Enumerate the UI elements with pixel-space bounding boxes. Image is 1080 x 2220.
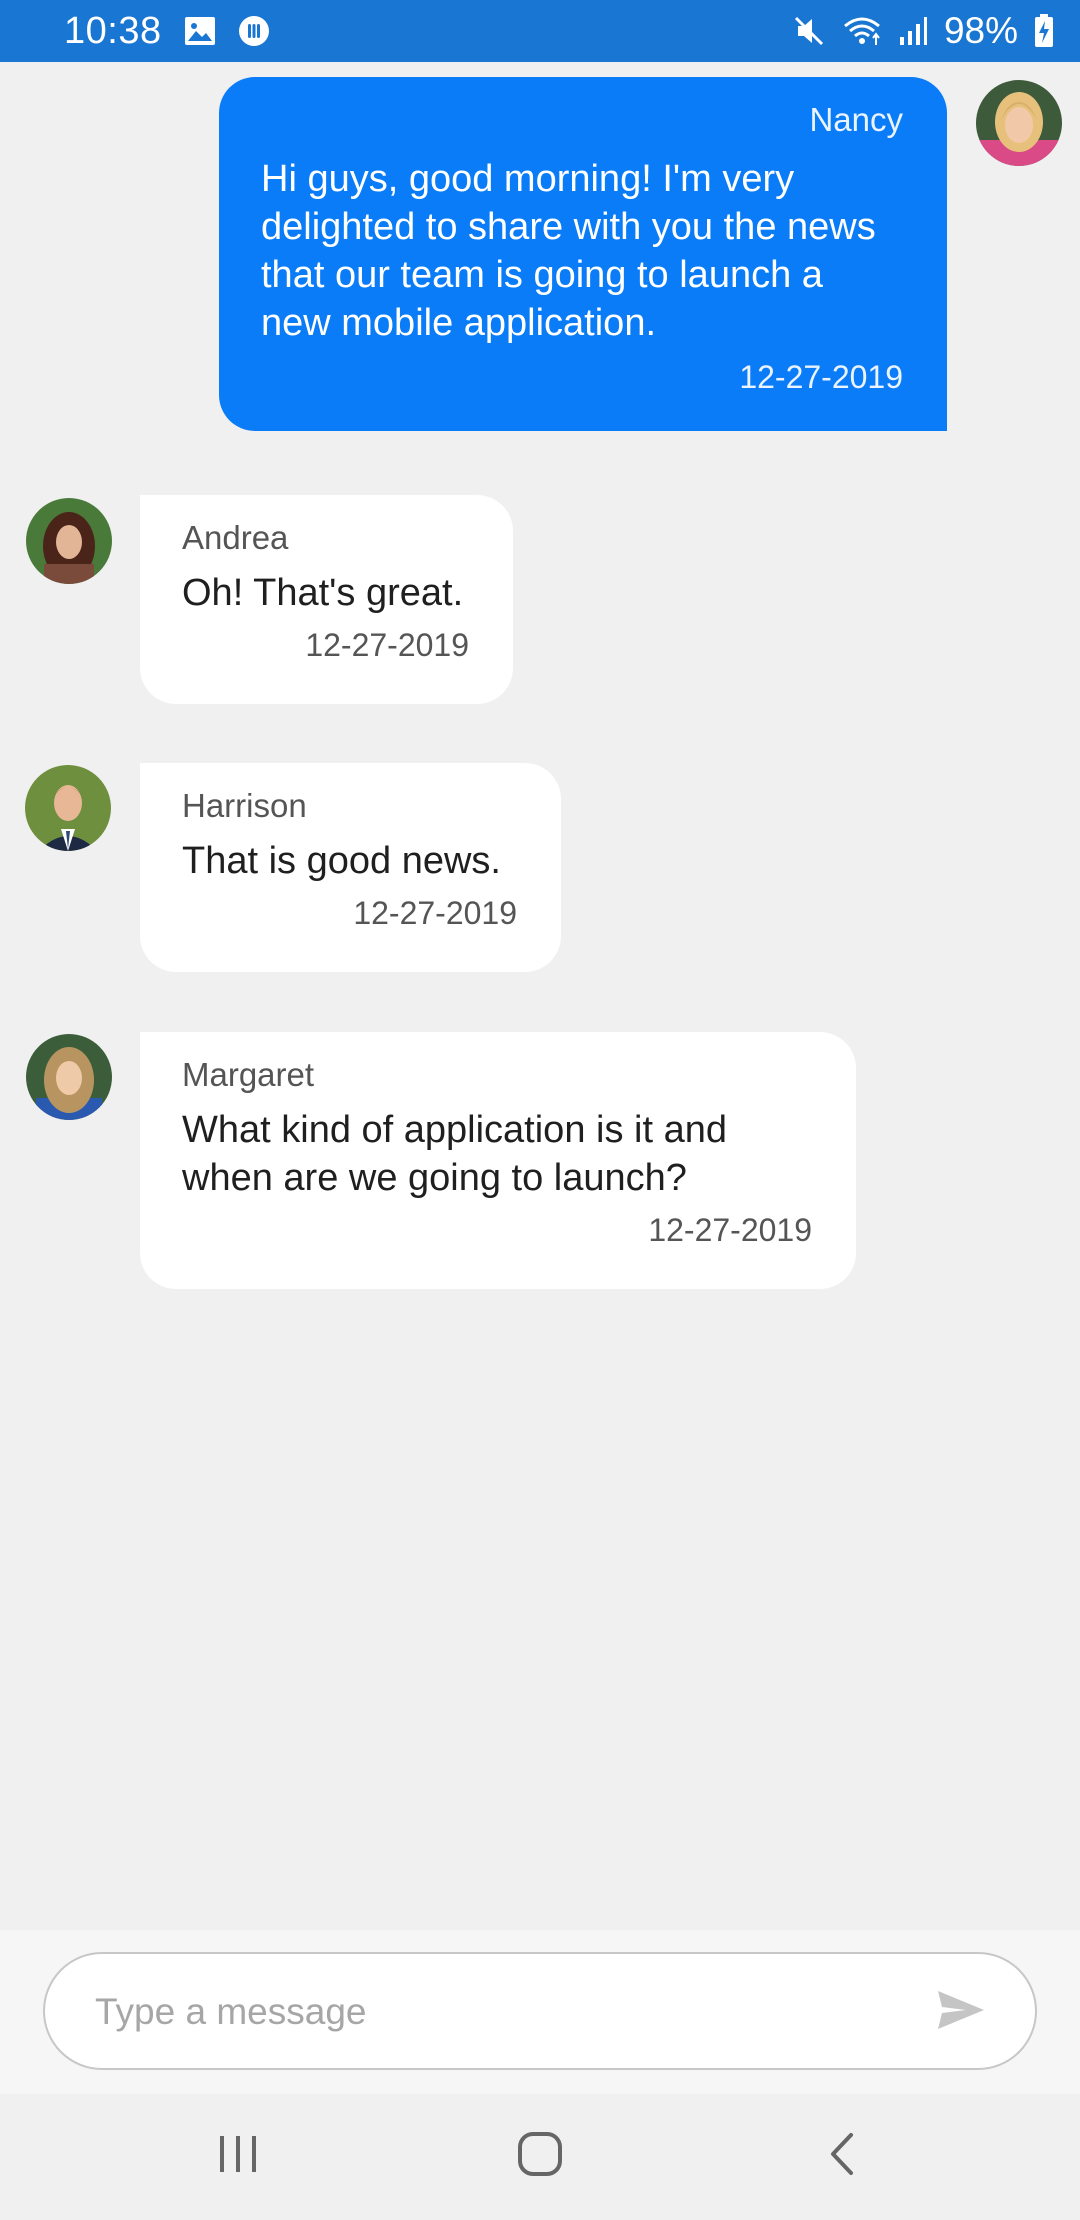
message-author: Nancy	[809, 101, 903, 138]
status-left: 10:38	[64, 10, 270, 53]
message-input[interactable]	[93, 1954, 927, 2070]
signal-icon	[898, 15, 928, 47]
home-button[interactable]	[500, 2120, 580, 2192]
recent-apps-button[interactable]	[198, 2120, 278, 2192]
message-text: That is good news.	[182, 840, 501, 882]
message-list[interactable]: Nancy Hi guys, good morning! I'm very de…	[0, 62, 1080, 1930]
avatar-andrea	[26, 498, 112, 584]
message-date: 12-27-2019	[648, 1212, 812, 1248]
message-author: Harrison	[182, 787, 307, 824]
status-bar: 10:38 98%	[0, 0, 1080, 62]
status-right: 98%	[792, 10, 1054, 52]
battery-percentage: 98%	[943, 10, 1018, 51]
avatar-margaret	[26, 1034, 112, 1120]
message-bubble[interactable]: Margaret What kind of application is it …	[140, 1032, 856, 1289]
message-date: 12-27-2019	[739, 359, 903, 395]
message-date: 12-27-2019	[305, 627, 469, 663]
back-icon	[827, 2132, 857, 2181]
wifi-icon	[842, 14, 882, 48]
mute-icon	[792, 14, 826, 48]
back-button[interactable]	[802, 2120, 882, 2192]
message-author: Margaret	[182, 1056, 315, 1093]
battery-charging-icon	[1034, 14, 1054, 48]
recent-apps-icon	[217, 2134, 259, 2179]
message-composer	[0, 1930, 1080, 2094]
navigation-bar	[0, 2094, 1080, 2220]
message-author: Andrea	[182, 519, 289, 556]
message-date: 12-27-2019	[353, 895, 517, 931]
avatar-nancy	[976, 80, 1062, 166]
message-input-container[interactable]	[43, 1952, 1037, 2070]
message-text: Hi guys, good morning! I'm very delighte…	[261, 158, 876, 344]
app-notification-icon	[238, 15, 270, 47]
send-button[interactable]	[933, 1984, 989, 2040]
message-bubble[interactable]: Nancy Hi guys, good morning! I'm very de…	[219, 77, 947, 431]
message-text: Oh! That's great.	[182, 572, 464, 614]
message-bubble[interactable]: Andrea Oh! That's great. 12-27-2019	[140, 495, 513, 704]
home-icon	[517, 2131, 563, 2182]
gallery-icon	[184, 16, 216, 46]
avatar-harrison	[25, 765, 111, 851]
message-bubble[interactable]: Harrison That is good news. 12-27-2019	[140, 763, 561, 972]
status-time: 10:38	[64, 9, 162, 52]
message-text: What kind of application is it and when …	[182, 1109, 727, 1199]
send-icon	[936, 1989, 986, 2036]
